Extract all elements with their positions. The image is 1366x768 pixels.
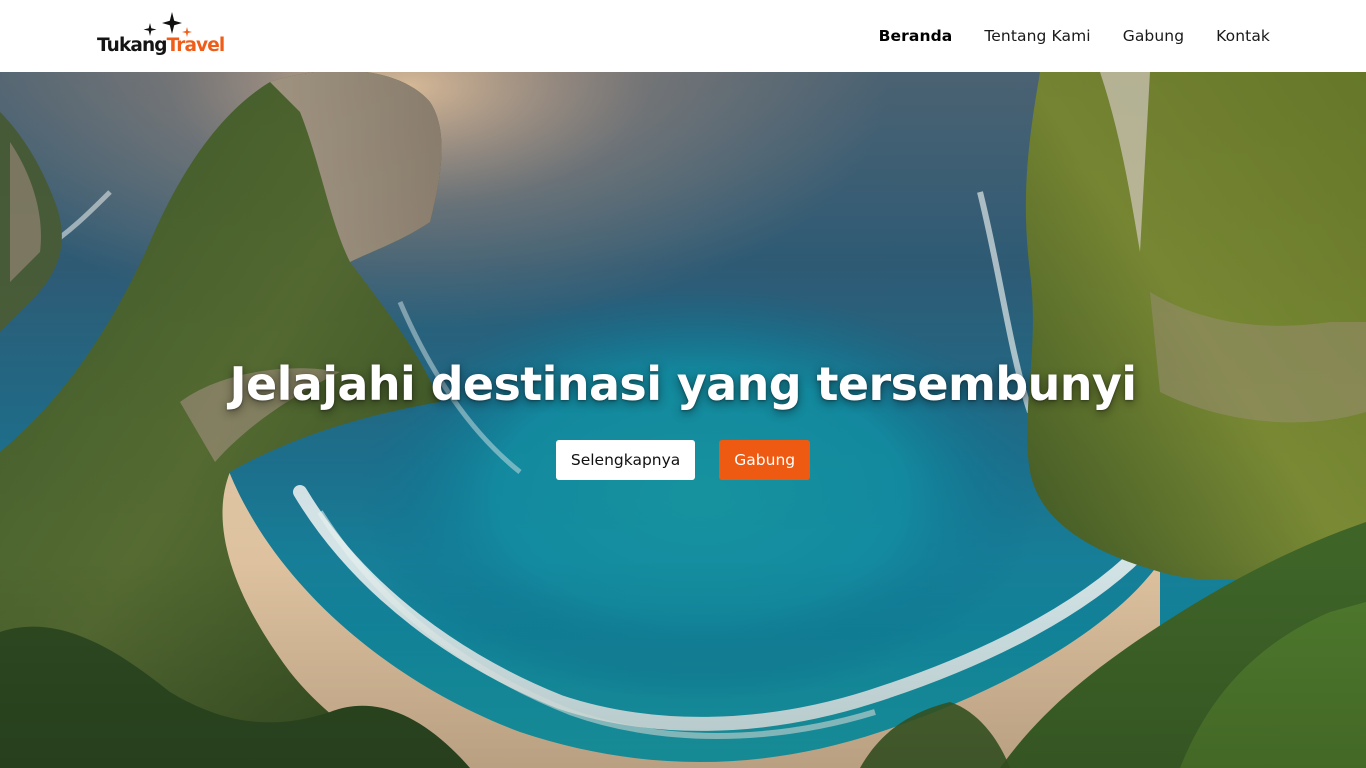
nav-link-beranda[interactable]: Beranda: [879, 27, 953, 45]
brand-name: TukangTravel: [97, 33, 226, 59]
brand-name-part2: Travel: [166, 35, 226, 56]
brand-name-part1: Tukang: [97, 35, 167, 56]
main-nav: Beranda Tentang Kami Gabung Kontak: [879, 0, 1270, 72]
learn-more-button[interactable]: Selengkapnya: [555, 440, 696, 480]
brand-logo[interactable]: TukangTravel: [96, 12, 246, 62]
hero-title: Jelajahi destinasi yang tersembunyi: [229, 357, 1138, 411]
nav-link-tentang-kami[interactable]: Tentang Kami: [984, 27, 1090, 45]
hero-section: Jelajahi destinasi yang tersembunyi Sele…: [0, 72, 1366, 768]
nav-link-kontak[interactable]: Kontak: [1216, 27, 1270, 45]
nav-link-gabung[interactable]: Gabung: [1123, 27, 1184, 45]
join-button[interactable]: Gabung: [719, 440, 811, 480]
hero-buttons: Selengkapnya Gabung: [555, 440, 811, 480]
hero-content: Jelajahi destinasi yang tersembunyi Sele…: [0, 352, 1366, 480]
navbar: TukangTravel Beranda Tentang Kami Gabung…: [0, 0, 1366, 72]
